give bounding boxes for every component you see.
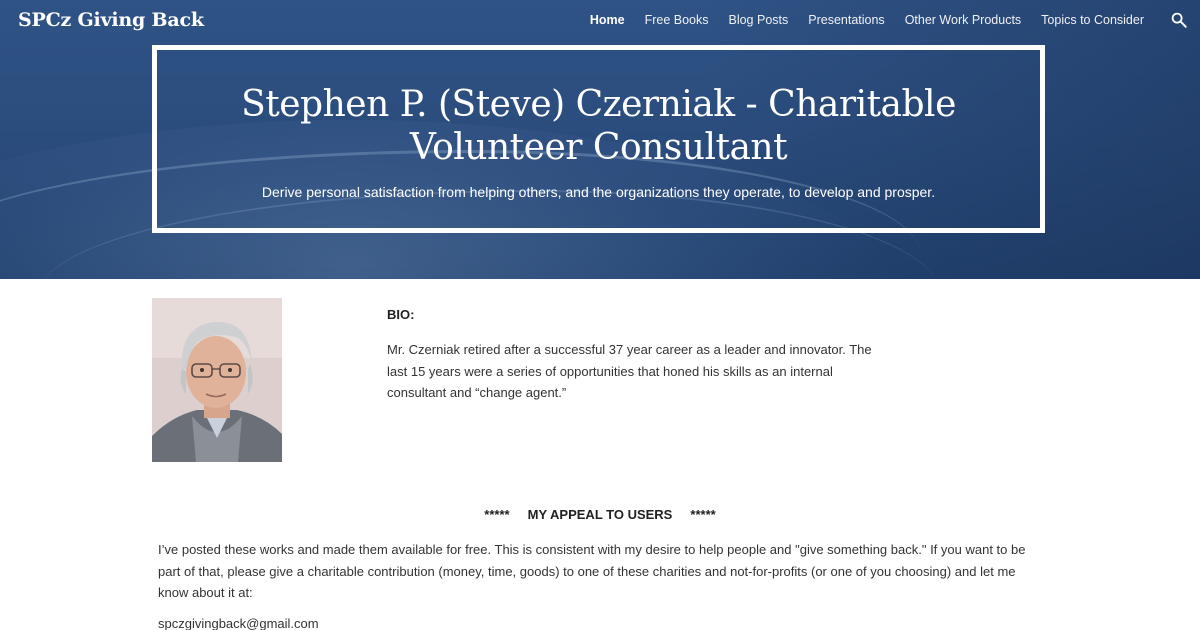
nav-item-other-work-products[interactable]: Other Work Products xyxy=(895,13,1031,27)
author-photo xyxy=(152,298,282,462)
nav-item-presentations[interactable]: Presentations xyxy=(798,13,894,27)
author-portrait-image xyxy=(152,298,282,462)
main-nav: Home Free Books Blog Posts Presentations… xyxy=(580,13,1154,27)
search-icon[interactable] xyxy=(1170,11,1188,29)
nav-item-home[interactable]: Home xyxy=(580,13,635,27)
nav-item-free-books[interactable]: Free Books xyxy=(635,13,719,27)
nav-item-blog-posts[interactable]: Blog Posts xyxy=(718,13,798,27)
bio-text: Mr. Czerniak retired after a successful … xyxy=(387,342,872,400)
contact-email-link[interactable]: spczgivingback@gmail.com xyxy=(158,616,319,630)
hero-title-box: Stephen P. (Steve) Czerniak - Charitable… xyxy=(152,45,1045,233)
page-subtitle: Derive personal satisfaction from helpin… xyxy=(261,184,936,200)
appeal-heading: ***** MY APPEAL TO USERS ***** xyxy=(484,507,716,522)
bio-heading: BIO: xyxy=(387,307,415,322)
hero-banner: SPCz Giving Back Home Free Books Blog Po… xyxy=(0,0,1200,279)
site-title[interactable]: SPCz Giving Back xyxy=(18,9,204,35)
page-title: Stephen P. (Steve) Czerniak - Charitable… xyxy=(241,84,956,168)
appeal-text: I’ve posted these works and made them av… xyxy=(158,542,1026,600)
nav-item-topics-to-consider[interactable]: Topics to Consider xyxy=(1031,13,1154,27)
